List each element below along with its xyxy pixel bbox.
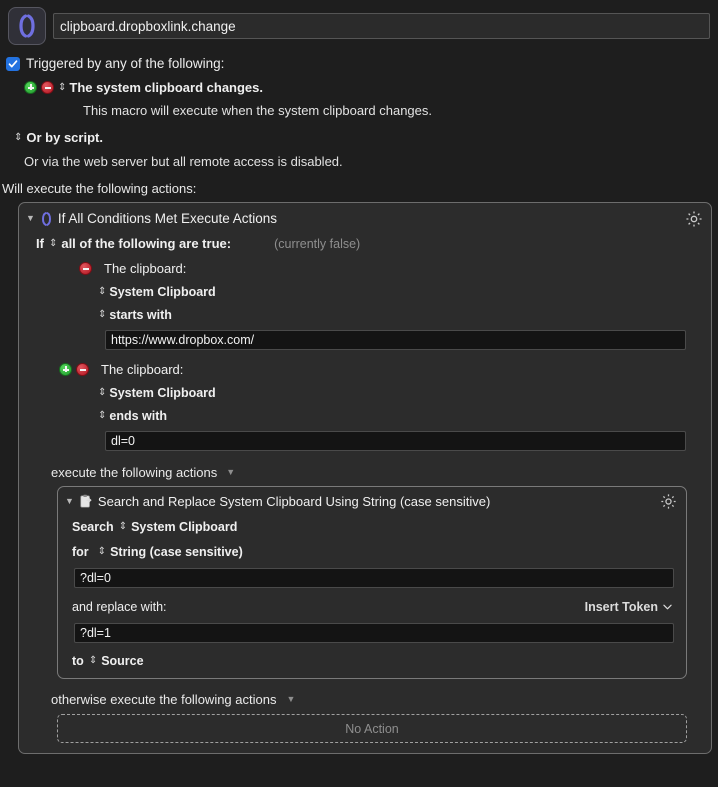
- to-label: to: [72, 654, 84, 668]
- if-action-title: If All Conditions Met Execute Actions: [57, 211, 278, 226]
- web-server-note: Or via the web server but all remote acc…: [24, 154, 343, 169]
- otherwise-execute-label: otherwise execute the following actions: [51, 692, 277, 707]
- updown-chevron-icon[interactable]: ⇕: [89, 656, 97, 666]
- trigger-row: ⇕ The system clipboard changes.: [0, 71, 718, 95]
- condition-title: The clipboard:: [104, 261, 187, 276]
- condition-title: The clipboard:: [101, 362, 184, 377]
- will-execute-label: Will execute the following actions:: [2, 181, 197, 196]
- trigger-description: This macro will execute when the system …: [83, 103, 432, 118]
- condition-source-row[interactable]: ⇕ System Clipboard: [19, 377, 711, 400]
- updown-chevron-icon[interactable]: ⇕: [119, 522, 127, 532]
- destination-row: to ⇕ Source: [58, 643, 686, 668]
- condition-source[interactable]: System Clipboard: [109, 285, 215, 299]
- condition-status-label: (currently false): [274, 236, 361, 251]
- for-label: for: [72, 545, 89, 559]
- insert-token-label: Insert Token: [584, 600, 658, 614]
- trigger-enabled-label: Triggered by any of the following:: [26, 56, 225, 71]
- plus-circle-icon[interactable]: [24, 81, 37, 94]
- clipboard-arrow-icon: [79, 494, 93, 509]
- condition-row: The clipboard: ⇕ System Clipboard ⇕ ends…: [19, 350, 711, 451]
- gear-icon[interactable]: [685, 210, 703, 228]
- curly-braces-icon: [40, 211, 53, 226]
- gear-icon[interactable]: [660, 493, 678, 511]
- minus-circle-icon[interactable]: [76, 363, 89, 376]
- then-execute-row[interactable]: execute the following actions ▼: [19, 451, 711, 480]
- if-all-conditions-action: ▼ If All Conditions Met Execute Actions …: [18, 202, 712, 754]
- minus-circle-icon[interactable]: [41, 81, 54, 94]
- or-by-script-row[interactable]: ⇕ Or by script.: [0, 118, 718, 145]
- replace-label: and replace with:: [72, 600, 167, 614]
- macro-name-input[interactable]: clipboard.dropboxlink.change: [53, 13, 710, 39]
- or-by-script-label[interactable]: Or by script.: [26, 130, 103, 145]
- condition-source-row[interactable]: ⇕ System Clipboard: [19, 276, 711, 299]
- plus-circle-icon[interactable]: [59, 363, 72, 376]
- replace-value-input[interactable]: ?dl=1: [74, 623, 674, 643]
- minus-circle-icon[interactable]: [79, 262, 92, 275]
- updown-chevron-icon[interactable]: ⇕: [98, 411, 106, 421]
- trigger-type-label[interactable]: The system clipboard changes.: [69, 80, 263, 95]
- triangle-down-icon[interactable]: ▼: [286, 695, 295, 704]
- trigger-enabled-row[interactable]: Triggered by any of the following:: [0, 45, 718, 71]
- updown-chevron-icon[interactable]: ⇕: [98, 310, 106, 320]
- condition-mode-popup[interactable]: all of the following are true:: [61, 236, 231, 251]
- updown-chevron-icon[interactable]: ⇕: [58, 82, 66, 93]
- no-action-dropzone[interactable]: No Action: [57, 714, 687, 743]
- chevron-down-icon: [663, 604, 672, 610]
- if-action-title-row[interactable]: ▼ If All Conditions Met Execute Actions: [19, 203, 711, 226]
- condition-header-row: If ⇕ all of the following are true: (cur…: [19, 226, 711, 251]
- disclosure-triangle-icon[interactable]: ▼: [65, 497, 74, 506]
- updown-chevron-icon[interactable]: ⇕: [49, 238, 57, 249]
- condition-title-row: The clipboard:: [19, 362, 711, 377]
- condition-row: The clipboard: ⇕ System Clipboard ⇕ star…: [19, 251, 711, 350]
- search-target-popup[interactable]: System Clipboard: [131, 520, 237, 534]
- otherwise-execute-row[interactable]: otherwise execute the following actions …: [19, 679, 711, 707]
- search-label: Search: [72, 520, 114, 534]
- updown-chevron-icon[interactable]: ⇕: [98, 287, 106, 297]
- updown-chevron-icon[interactable]: ⇕: [98, 388, 106, 398]
- updown-chevron-icon[interactable]: ⇕: [14, 132, 22, 143]
- condition-source[interactable]: System Clipboard: [109, 386, 215, 400]
- updown-chevron-icon[interactable]: ⇕: [98, 547, 106, 557]
- search-replace-title-row[interactable]: ▼ Search and Replace System Clipboard Us…: [58, 487, 686, 509]
- condition-operator[interactable]: ends with: [109, 409, 167, 423]
- insert-token-button[interactable]: Insert Token: [585, 600, 672, 614]
- condition-value-input[interactable]: https://www.dropbox.com/: [105, 330, 686, 350]
- macro-header: clipboard.dropboxlink.change: [0, 0, 718, 45]
- disclosure-triangle-icon[interactable]: ▼: [26, 214, 35, 223]
- condition-operator[interactable]: starts with: [109, 308, 172, 322]
- condition-operator-row[interactable]: ⇕ starts with: [19, 299, 711, 322]
- destination-popup[interactable]: Source: [101, 654, 143, 668]
- condition-title-row: The clipboard:: [19, 261, 711, 276]
- condition-value-input[interactable]: dl=0: [105, 431, 686, 451]
- search-value-input[interactable]: ?dl=0: [74, 568, 674, 588]
- curly-braces-icon: [8, 7, 46, 45]
- search-type-row: for ⇕ String (case sensitive): [58, 534, 686, 559]
- replace-label-row: and replace with: Insert Token: [58, 588, 686, 614]
- search-type-popup[interactable]: String (case sensitive): [110, 545, 243, 559]
- condition-operator-row[interactable]: ⇕ ends with: [19, 400, 711, 423]
- search-target-row: Search ⇕ System Clipboard: [58, 509, 686, 534]
- macro-editor: clipboard.dropboxlink.change Triggered b…: [0, 0, 718, 787]
- triangle-down-icon[interactable]: ▼: [226, 468, 235, 477]
- if-prefix-label: If: [36, 236, 44, 251]
- trigger-enabled-checkbox[interactable]: [6, 56, 20, 71]
- search-and-replace-action: ▼ Search and Replace System Clipboard Us…: [57, 486, 687, 679]
- search-replace-title: Search and Replace System Clipboard Usin…: [97, 494, 491, 509]
- then-execute-label: execute the following actions: [51, 465, 218, 480]
